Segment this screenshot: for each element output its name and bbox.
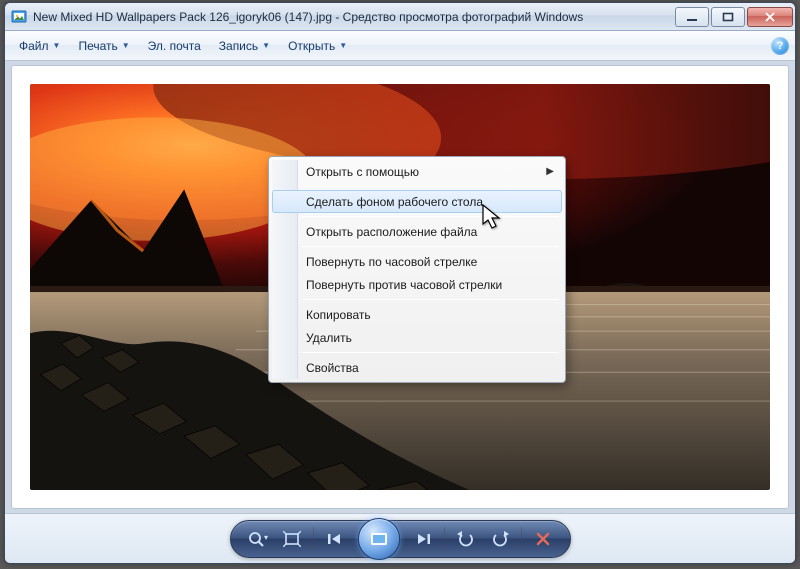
ctx-rotate-ccw[interactable]: Повернуть против часовой стрелки (272, 273, 562, 296)
previous-button[interactable] (322, 526, 348, 552)
menu-label: Файл (19, 39, 49, 53)
maximize-icon (722, 12, 734, 22)
rotate-ccw-button[interactable] (453, 526, 479, 552)
delete-button[interactable] (530, 526, 556, 552)
chevron-down-icon: ▼ (262, 41, 270, 50)
control-strip: ▾ (230, 520, 571, 558)
rotate-ccw-icon (457, 531, 475, 547)
ctx-open-with[interactable]: Открыть с помощью ▶ (272, 160, 562, 183)
menu-open[interactable]: Открыть ▼ (280, 35, 355, 57)
svg-text:▾: ▾ (264, 533, 268, 542)
ctx-properties[interactable]: Свойства (272, 356, 562, 379)
context-separator (302, 186, 559, 187)
window-title: New Mixed HD Wallpapers Pack 126_igoryk0… (33, 10, 673, 24)
zoom-button[interactable]: ▾ (245, 526, 271, 552)
chevron-right-icon: ▶ (546, 166, 554, 177)
menu-burn[interactable]: Запись ▼ (211, 35, 278, 57)
maximize-button[interactable] (711, 7, 745, 27)
titlebar[interactable]: New Mixed HD Wallpapers Pack 126_igoryk0… (5, 3, 795, 31)
chevron-down-icon: ▼ (53, 41, 61, 50)
window-controls (673, 7, 793, 27)
menu-label: Запись (219, 39, 258, 53)
ctx-open-file-location[interactable]: Открыть расположение файла (272, 220, 562, 243)
context-separator (302, 352, 559, 353)
menu-print[interactable]: Печать ▼ (70, 35, 137, 57)
next-icon (414, 532, 432, 546)
play-slideshow-button[interactable] (358, 518, 400, 560)
menu-label: Открыть (288, 39, 335, 53)
magnifier-icon: ▾ (248, 531, 268, 547)
ctx-copy[interactable]: Копировать (272, 303, 562, 326)
ctx-rotate-cw[interactable]: Повернуть по часовой стрелке (272, 250, 562, 273)
previous-icon (326, 532, 344, 546)
close-button[interactable] (747, 7, 793, 27)
menu-email[interactable]: Эл. почта (140, 35, 209, 57)
bottom-bar: ▾ (5, 513, 795, 563)
delete-icon (535, 531, 551, 547)
close-icon (764, 12, 776, 22)
ctx-item-label: Сделать фоном рабочего стола (306, 195, 483, 209)
control-separator (313, 527, 314, 551)
ctx-delete[interactable]: Удалить (272, 326, 562, 349)
ctx-item-label: Свойства (306, 361, 359, 375)
help-button[interactable]: ? (771, 37, 789, 55)
ctx-item-label: Повернуть против часовой стрелки (306, 278, 502, 292)
actual-size-button[interactable] (279, 526, 305, 552)
menu-label: Печать (78, 39, 117, 53)
menu-label: Эл. почта (148, 39, 201, 53)
toolbar: Файл ▼ Печать ▼ Эл. почта Запись ▼ Открыть ▼… (5, 31, 795, 61)
control-separator (444, 527, 445, 551)
chevron-down-icon: ▼ (339, 41, 347, 50)
help-icon: ? (777, 40, 784, 52)
ctx-set-as-wallpaper[interactable]: Сделать фоном рабочего стола (272, 190, 562, 213)
context-separator (302, 246, 559, 247)
minimize-button[interactable] (675, 7, 709, 27)
menu-file[interactable]: Файл ▼ (11, 35, 68, 57)
ctx-item-label: Повернуть по часовой стрелке (306, 255, 477, 269)
chevron-down-icon: ▼ (122, 41, 130, 50)
context-separator (302, 216, 559, 217)
ctx-item-label: Открыть расположение файла (306, 225, 477, 239)
context-menu: Открыть с помощью ▶ Сделать фоном рабоче… (268, 156, 566, 383)
next-button[interactable] (410, 526, 436, 552)
rotate-cw-icon (491, 531, 509, 547)
ctx-item-label: Удалить (306, 331, 352, 345)
control-separator (521, 527, 522, 551)
context-separator (302, 299, 559, 300)
viewer-content[interactable]: Открыть с помощью ▶ Сделать фоном рабоче… (11, 65, 789, 509)
ctx-item-label: Копировать (306, 308, 371, 322)
rotate-cw-button[interactable] (487, 526, 513, 552)
slideshow-icon (368, 530, 390, 548)
minimize-icon (686, 12, 698, 22)
fit-icon (283, 531, 301, 547)
app-icon (11, 9, 27, 25)
photo-viewer-window: New Mixed HD Wallpapers Pack 126_igoryk0… (4, 2, 796, 564)
ctx-item-label: Открыть с помощью (306, 165, 419, 179)
